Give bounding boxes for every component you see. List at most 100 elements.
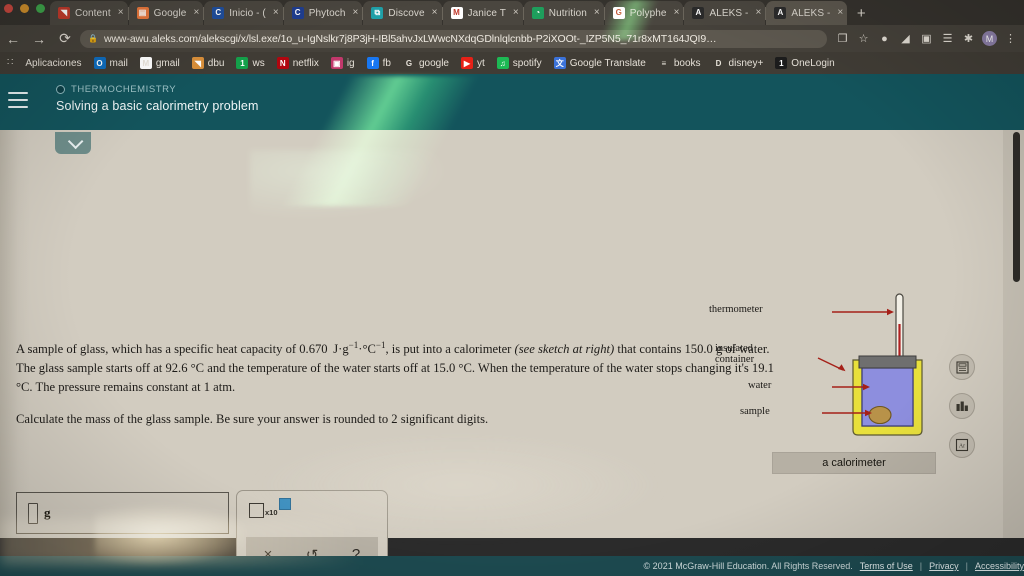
screenshot-root: ◥ Content × ▤ Google × C Inicio - (× C Phytoch × ⧉…	[0, 0, 1024, 576]
discovery-icon: ⧉	[371, 7, 384, 19]
browser-menu-button[interactable]: ⋮	[1001, 25, 1020, 52]
disney-icon: D	[715, 58, 722, 68]
notebook-icon: ◥	[58, 7, 70, 19]
page-edge-shadow	[0, 130, 30, 538]
close-tab-icon[interactable]: ×	[273, 8, 279, 18]
extension-icon-1[interactable]: ●	[875, 25, 894, 52]
privacy-link[interactable]: Privacy	[929, 561, 959, 571]
bookmark-item[interactable]: ◥ dbu	[187, 54, 230, 72]
question-panel: A sample of glass, which has a specific …	[0, 130, 1024, 576]
close-tab-icon[interactable]: ×	[353, 8, 359, 18]
extension-icon-3[interactable]: ▣	[917, 25, 936, 52]
hamburger-icon[interactable]	[8, 92, 28, 108]
browser-tab[interactable]: C Inicio - (×	[204, 1, 284, 25]
bookmark-item[interactable]: 文 Google Translate	[549, 54, 651, 72]
accessibility-link[interactable]: Accessibility	[975, 561, 1024, 571]
maximize-window-button[interactable]	[36, 4, 45, 13]
bookmark-item[interactable]: Omail	[89, 54, 133, 72]
browser-tab[interactable]: A ALEKS - ×	[684, 1, 767, 25]
new-tab-button[interactable]: +	[848, 1, 874, 25]
aleks-icon: A	[692, 7, 705, 19]
calculator-icon[interactable]	[949, 354, 975, 380]
bookmark-label: mail	[109, 57, 128, 69]
bookmark-item[interactable]: Ggoogle	[398, 54, 454, 72]
apps-grid-icon[interactable]: ∷	[3, 58, 18, 68]
window-controls[interactable]	[4, 4, 45, 13]
browser-tab[interactable]: ⧉ Discove ×	[363, 1, 443, 25]
close-tab-icon[interactable]: ×	[193, 8, 199, 18]
tab-strip: ◥ Content × ▤ Google × C Inicio - (× C Phytoch × ⧉…	[0, 0, 1024, 25]
bookmark-item[interactable]: 1 OneLogin	[770, 54, 839, 72]
close-tab-icon[interactable]: ×	[756, 8, 762, 18]
browser-tab[interactable]: ◥ Content ×	[50, 1, 129, 25]
canvas-icon: C	[291, 7, 304, 19]
close-tab-icon[interactable]: ×	[674, 8, 680, 18]
bookmark-item[interactable]: ▣ ig	[326, 54, 360, 72]
bookmark-label: spotify	[512, 57, 542, 69]
page-footer: © 2021 McGraw-Hill Education. All Rights…	[0, 556, 1024, 576]
bookmark-item[interactable]: Aplicaciones	[20, 54, 86, 72]
close-tab-icon[interactable]: ×	[837, 8, 843, 18]
bookmark-item[interactable]: ♫ spotify	[492, 54, 547, 72]
bookmark-label: ig	[346, 57, 355, 69]
browser-tab[interactable]: C Phytoch ×	[283, 1, 364, 25]
answer-input[interactable]: g	[16, 492, 229, 534]
label-sample: sample	[740, 406, 770, 417]
collapse-panel-button[interactable]	[55, 132, 91, 154]
reload-button[interactable]: ⟳	[52, 25, 78, 52]
label-water: water	[748, 380, 772, 391]
close-tab-icon[interactable]: ×	[432, 8, 438, 18]
bookmark-label: fb	[382, 57, 391, 69]
question-paragraph-2: Calculate the mass of the glass sample. …	[16, 412, 489, 427]
extension-icon-4[interactable]: ☰	[938, 25, 957, 52]
browser-tab[interactable]: ▤ Google ×	[128, 1, 205, 25]
browser-tab[interactable]: G Polyphe ×	[604, 1, 685, 25]
bookmark-item[interactable]: ≡ books	[653, 54, 706, 72]
browser-tab[interactable]: A ALEKS - ×	[766, 1, 848, 25]
browser-chrome: ◥ Content × ▤ Google × C Inicio - (× C Phytoch × ⧉…	[0, 0, 1024, 74]
bookmark-item[interactable]: f fb	[362, 54, 396, 72]
tab-title: Polyphe	[629, 7, 667, 19]
close-tab-icon[interactable]: ×	[594, 8, 600, 18]
forward-button[interactable]: →	[26, 25, 52, 52]
profile-avatar[interactable]: M	[980, 25, 999, 52]
answer-unit-label: g	[44, 505, 51, 520]
minimize-window-button[interactable]	[20, 4, 29, 13]
browser-tab[interactable]: M Janice T ×	[442, 1, 524, 25]
close-tab-icon[interactable]: ×	[513, 8, 519, 18]
bookmark-star-icon[interactable]: ☆	[854, 25, 873, 52]
q-part-3: , is put into a calorimeter	[385, 342, 515, 357]
bookmark-label: books	[673, 57, 701, 69]
close-tab-icon[interactable]: ×	[118, 8, 124, 18]
bar-chart-icon[interactable]	[949, 393, 975, 419]
close-window-button[interactable]	[4, 4, 13, 13]
google-icon: G	[405, 58, 413, 68]
scientific-notation-button[interactable]: x10	[249, 498, 291, 518]
periodic-table-glyph: Ar	[955, 438, 969, 452]
address-bar[interactable]: 🔒 www-awu.aleks.com/alekscgi/x/lsl.exe/1…	[80, 29, 827, 48]
extension-icon-2[interactable]: ◢	[896, 25, 915, 52]
bookmark-item[interactable]: ▶ yt	[456, 54, 490, 72]
back-button[interactable]: ←	[0, 25, 26, 52]
bookmark-item[interactable]: Ddisney+	[708, 54, 769, 72]
bookmark-item[interactable]: Nnetflix	[272, 54, 324, 72]
scrollbar-thumb[interactable]	[1013, 132, 1020, 282]
times-ten-label: x10	[265, 508, 278, 517]
glass-sample	[868, 405, 892, 425]
browser-tab[interactable]: ◔ Nutrition ×	[523, 1, 605, 25]
periodic-table-icon[interactable]: Ar	[949, 432, 975, 458]
tab-title: Content	[75, 7, 111, 19]
page-scrollbar[interactable]	[1003, 130, 1024, 538]
terms-of-use-link[interactable]: Terms of Use	[860, 561, 913, 571]
question-paragraph-1: A sample of glass, which has a specific …	[16, 336, 776, 397]
bookmark-item[interactable]: Mgmail	[135, 54, 185, 72]
avatar: M	[982, 31, 997, 46]
cast-icon[interactable]: ❐	[833, 25, 852, 52]
google-icon: G	[612, 7, 625, 19]
spotify-icon: ♫	[496, 57, 509, 69]
extension-icon-5[interactable]: ✱	[959, 25, 978, 52]
label-thermometer: thermometer	[709, 304, 763, 315]
browser-tabs: ◥ Content × ▤ Google × C Inicio - (× C Phytoch × ⧉…	[50, 0, 874, 25]
bookmark-item[interactable]: 1 ws	[231, 54, 269, 72]
bookmark-label: ws	[252, 57, 265, 69]
